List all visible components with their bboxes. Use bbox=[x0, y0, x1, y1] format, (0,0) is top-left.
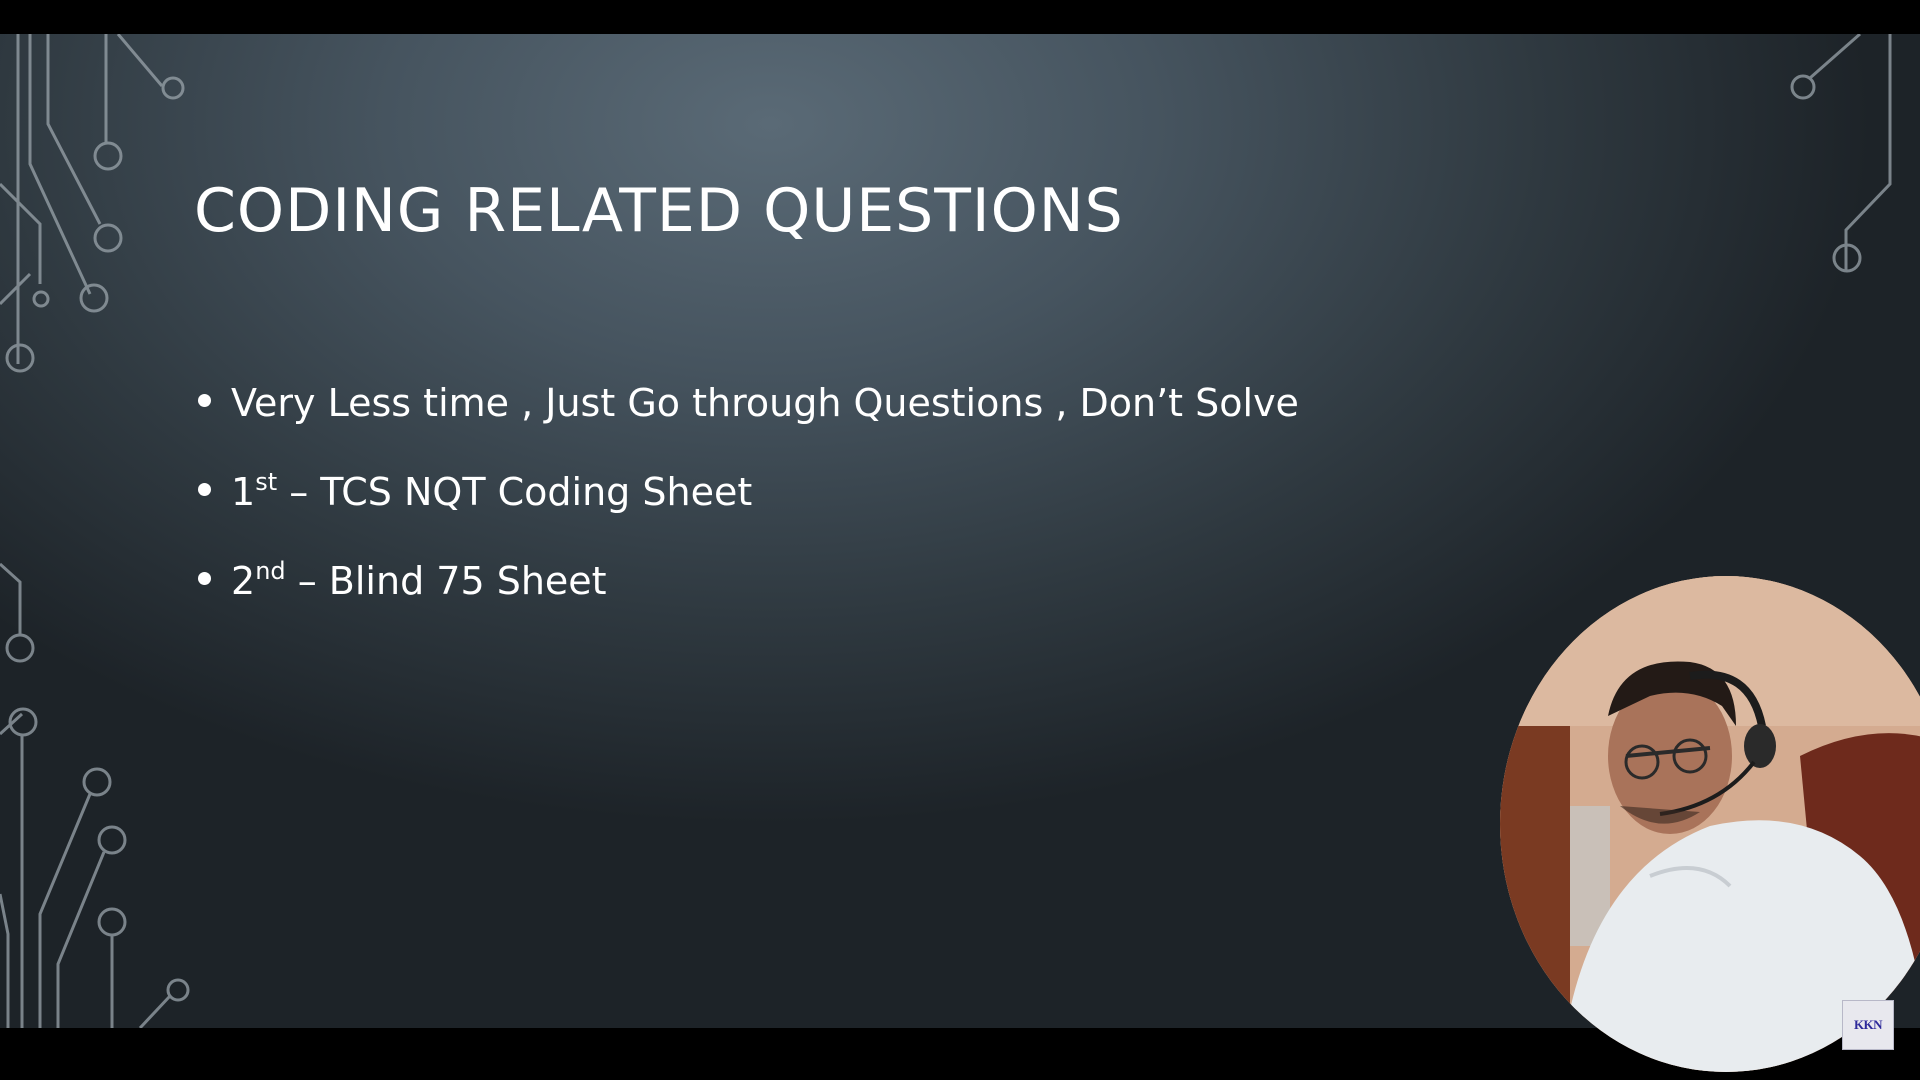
bullet-ordinal-suffix: st bbox=[255, 468, 278, 496]
bullet-item: 1st – TCS NQT Coding Sheet bbox=[194, 461, 1299, 550]
bullet-number: 1 bbox=[231, 470, 256, 514]
bullet-number: 2 bbox=[231, 559, 256, 603]
bullet-item: Very Less time , Just Go through Questio… bbox=[194, 372, 1299, 461]
bullet-text: Very Less time , Just Go through Questio… bbox=[231, 381, 1299, 425]
slide-title: CODING RELATED QUESTIONS bbox=[194, 176, 1124, 246]
video-frame: CODING RELATED QUESTIONS Very Less time … bbox=[0, 0, 1920, 1080]
channel-logo: KKN bbox=[1842, 1000, 1894, 1050]
bullet-item: 2nd – Blind 75 Sheet bbox=[194, 550, 1299, 639]
bullet-ordinal-suffix: nd bbox=[255, 557, 286, 585]
bullet-list: Very Less time , Just Go through Questio… bbox=[194, 372, 1299, 639]
bullet-text: – Blind 75 Sheet bbox=[285, 559, 607, 603]
bullet-text: – TCS NQT Coding Sheet bbox=[277, 470, 753, 514]
